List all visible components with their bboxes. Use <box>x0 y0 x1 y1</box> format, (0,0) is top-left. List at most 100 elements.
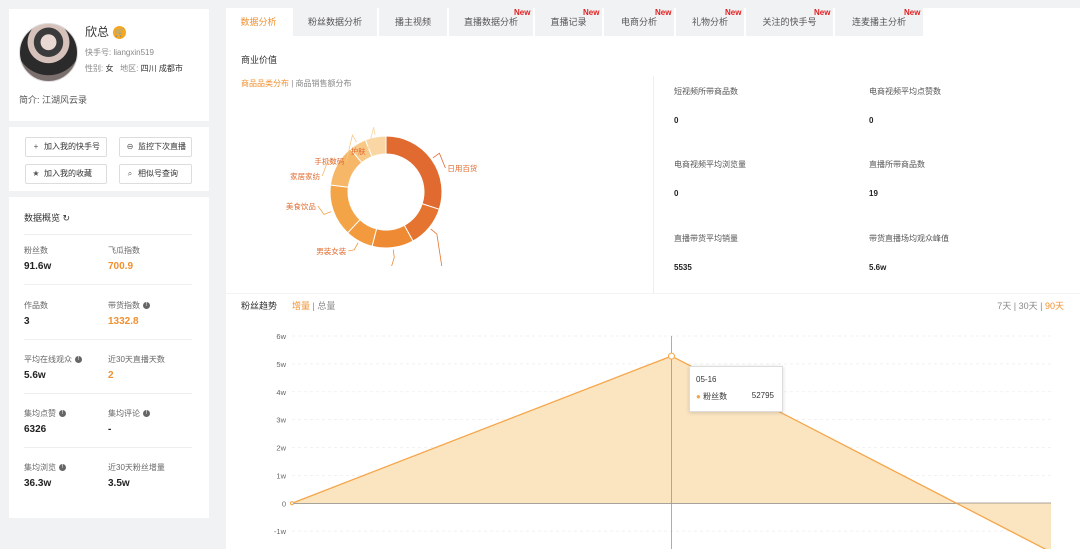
donut-slice[interactable] <box>385 135 443 210</box>
action-buttons: + 加入我的快手号 ⊖ 监控下次直播 ★ 加入我的收藏 ⌕ 相似号查询 <box>9 127 209 191</box>
y-tick-label: 3w <box>276 416 286 425</box>
info-icon[interactable]: ! <box>75 356 82 364</box>
range-90[interactable]: 90天 <box>1045 301 1064 311</box>
y-tick-label: 4w <box>276 388 286 397</box>
stat-label: 集均浏览! <box>24 462 66 473</box>
tab-label: 连麦播主分析 <box>851 17 906 27</box>
monitor-live-button[interactable]: ⊖ 监控下次直播 <box>119 137 192 157</box>
mode-increment[interactable]: 增量 <box>292 301 310 311</box>
add-favorite-button[interactable]: ★ 加入我的收藏 <box>25 164 107 184</box>
avatar[interactable] <box>19 23 78 82</box>
gender-region-row: 性别: 女 地区: 四川 成都市 <box>85 63 183 74</box>
donut-leader-line <box>317 205 332 215</box>
range-30[interactable]: 30天 <box>1019 301 1038 311</box>
metric-label: 电商视频平均点赞数 <box>869 87 941 96</box>
fans-trend-title: 粉丝趋势 <box>241 301 278 311</box>
stat-label: 近30天粉丝增量 <box>108 462 165 473</box>
overview-title: 数据概览 <box>24 213 61 223</box>
stat-value: 36.3w <box>24 478 52 489</box>
divider <box>24 339 192 340</box>
metric-value: 0 <box>674 116 679 125</box>
stat-value: 2 <box>108 370 114 381</box>
kuaishou-id-label: 快手号: <box>85 48 112 57</box>
stat-label: 近30天直播天数 <box>108 354 165 365</box>
new-badge: New <box>725 8 742 17</box>
range-separator: | <box>1011 301 1019 311</box>
y-tick-label: 5w <box>276 360 286 369</box>
range-separator: | <box>1037 301 1045 311</box>
profile-intro: 简介: 江湖风云录 <box>19 95 88 105</box>
stat-label-text: 飞瓜指数 <box>108 246 140 255</box>
stat-value: 3 <box>24 316 30 327</box>
metric-value: 5535 <box>674 263 692 272</box>
stat-value: - <box>108 424 112 435</box>
metric-label: 带货直播场均观众峰值 <box>869 234 949 243</box>
gender-label: 性别: <box>85 64 104 73</box>
range-7[interactable]: 7天 <box>997 301 1011 311</box>
new-badge: New <box>583 8 600 17</box>
metric-label: 电商视频平均浏览量 <box>674 160 746 169</box>
profile-name: 欣总 <box>85 25 110 39</box>
stat-label: 粉丝数 <box>24 245 48 256</box>
donut-label: 美食饮品 <box>286 201 316 211</box>
series-point[interactable] <box>668 352 675 360</box>
metric-value: 19 <box>869 189 878 198</box>
subtab-category[interactable]: 商品品类分布 <box>241 79 289 88</box>
y-tick-label: 6w <box>276 332 286 341</box>
donut-label: 家居家纺 <box>290 171 320 181</box>
star-icon: ★ <box>32 169 40 178</box>
y-tick-label: 0 <box>282 499 286 508</box>
tab-bar: 数据分析 粉丝数据分析 播主视频 直播数据分析 New 直播记录 New 电商分析 New 礼物分… <box>226 8 1080 36</box>
add-kuaishou-button[interactable]: + 加入我的快手号 <box>25 137 107 157</box>
shop-badge-icon: 🛒 <box>113 26 127 40</box>
info-icon[interactable]: ! <box>59 410 66 418</box>
metric-value: 5.6w <box>869 263 887 272</box>
category-donut-chart: 日用百货其他珠宝配饰男装女装美食饮品家居家纺手机数码护肤 <box>286 127 478 266</box>
info-icon[interactable]: ! <box>143 302 150 310</box>
tab-item[interactable]: 粉丝数据分析 <box>293 8 378 36</box>
mode-total[interactable]: 总量 <box>317 301 335 311</box>
tab-item[interactable]: 播主视频 <box>379 8 448 36</box>
series-dot-icon: ● <box>696 392 701 401</box>
donut-label: 日用百货 <box>447 163 477 173</box>
tab-label: 粉丝数据分析 <box>307 17 362 27</box>
gender: 女 <box>105 64 114 73</box>
divider <box>24 447 192 448</box>
info-icon[interactable]: ! <box>59 464 66 472</box>
fans-trend-chart: 6w5w4w3w2w1w0-1w-2w05-15 <box>274 332 1051 549</box>
kuaishou-id: liangxin519 <box>113 48 154 57</box>
divider <box>24 393 192 394</box>
tab-item[interactable]: 数据分析 <box>226 8 292 36</box>
stat-label-text: 集均点赞 <box>24 409 56 418</box>
metric-value: 0 <box>674 189 679 198</box>
profile-name-row: 欣总 🛒 <box>85 23 127 40</box>
stat-label: 平均在线观众! <box>24 354 82 365</box>
y-tick-label: -1w <box>274 527 287 536</box>
stat-label-text: 粉丝数 <box>24 246 48 255</box>
stat-value: 3.5w <box>108 478 130 489</box>
stat-label-text: 集均评论 <box>108 409 140 418</box>
stat-label: 集均点赞! <box>24 408 66 419</box>
series-point[interactable] <box>290 501 294 506</box>
stat-label: 飞瓜指数 <box>108 245 140 256</box>
new-badge: New <box>514 8 531 17</box>
stat-label-text: 平均在线观众 <box>24 355 72 364</box>
divider <box>24 234 192 235</box>
tab-label: 直播数据分析 <box>463 17 518 27</box>
subtab-sales[interactable]: 商品销售额分布 <box>296 79 352 88</box>
kuaishou-id-row: 快手号: liangxin519 <box>85 47 154 58</box>
add-favorite-label: 加入我的收藏 <box>44 169 92 178</box>
divider <box>24 284 192 285</box>
stat-value: 700.9 <box>108 261 134 272</box>
similar-account-button[interactable]: ⌕ 相似号查询 <box>119 164 192 184</box>
tooltip-series: 粉丝数 <box>703 392 728 401</box>
section-divider <box>226 293 1080 294</box>
stat-label-text: 带货指数 <box>108 301 140 310</box>
stat-label: 带货指数! <box>108 300 150 311</box>
stat-value: 5.6w <box>24 370 46 381</box>
info-icon[interactable]: ! <box>143 410 150 418</box>
y-tick-label: 2w <box>276 444 286 453</box>
refresh-icon[interactable]: ↻ <box>63 213 71 223</box>
commerce-title: 商业价值 <box>241 55 278 65</box>
plus-icon: + <box>33 142 39 151</box>
